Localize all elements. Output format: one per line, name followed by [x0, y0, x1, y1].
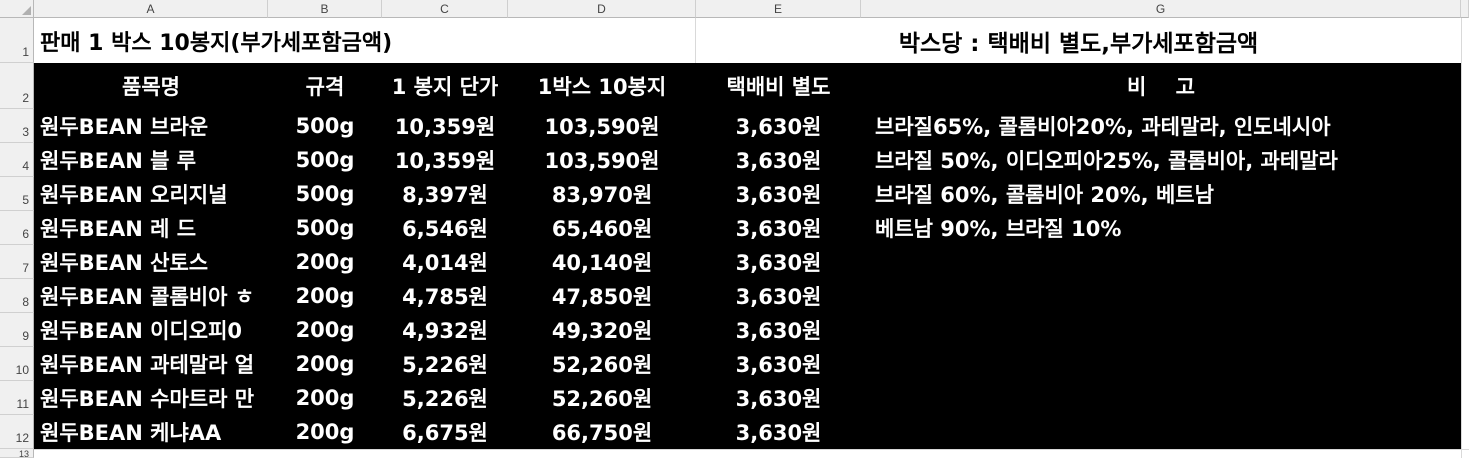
- item-spec-cell[interactable]: 200g: [268, 347, 382, 381]
- column-header-b[interactable]: B: [268, 0, 382, 18]
- item-name-cell[interactable]: 원두BEAN 케냐AA: [34, 415, 268, 449]
- header-note[interactable]: 비 고: [861, 63, 1461, 109]
- item-name-cell[interactable]: 원두BEAN 레 드: [34, 211, 268, 245]
- item-shipping-cell[interactable]: 3,630원: [696, 177, 861, 211]
- row-header-3[interactable]: 3: [0, 109, 34, 143]
- item-spec-cell[interactable]: 500g: [268, 143, 382, 177]
- item-unit-price-cell[interactable]: 6,546원: [382, 211, 508, 245]
- row-header-9[interactable]: 9: [0, 313, 34, 347]
- item-note-cell[interactable]: 브라질 60%, 콜롬비아 20%, 베트남: [861, 177, 1461, 211]
- item-spec-cell[interactable]: 500g: [268, 109, 382, 143]
- header-box-price[interactable]: 1박스 10봉지: [508, 63, 696, 109]
- item-note-cell[interactable]: 브라질 50%, 이디오피아25%, 콜롬비아, 과테말라: [861, 143, 1461, 177]
- row-header-2[interactable]: 2: [0, 63, 34, 109]
- item-name-cell[interactable]: 원두BEAN 이디오피0: [34, 313, 268, 347]
- item-unit-price-cell[interactable]: 4,785원: [382, 279, 508, 313]
- header-shipping[interactable]: 택배비 별도: [696, 63, 861, 109]
- column-header-next[interactable]: [1461, 0, 1469, 18]
- item-shipping-cell[interactable]: 3,630원: [696, 143, 861, 177]
- item-name-cell[interactable]: 원두BEAN 수마트라 만: [34, 381, 268, 415]
- item-shipping-cell[interactable]: 3,630원: [696, 313, 861, 347]
- row-header-7[interactable]: 7: [0, 245, 34, 279]
- bottom-gridline: [34, 449, 1469, 450]
- item-name-cell[interactable]: 원두BEAN 브라운: [34, 109, 268, 143]
- item-shipping-cell[interactable]: 3,630원: [696, 415, 861, 449]
- item-unit-price-cell[interactable]: 10,359원: [382, 143, 508, 177]
- item-note-cell[interactable]: [861, 313, 1461, 347]
- column-header-g[interactable]: G: [861, 0, 1461, 18]
- row-header-12[interactable]: 12: [0, 415, 34, 449]
- row-header-8[interactable]: 8: [0, 279, 34, 313]
- right-gridline: [1461, 18, 1462, 458]
- item-unit-price-cell[interactable]: 10,359원: [382, 109, 508, 143]
- item-note-cell[interactable]: [861, 347, 1461, 381]
- item-shipping-cell[interactable]: 3,630원: [696, 245, 861, 279]
- item-name-cell[interactable]: 원두BEAN 블 루: [34, 143, 268, 177]
- item-spec-cell[interactable]: 200g: [268, 279, 382, 313]
- item-box-price-cell[interactable]: 52,260원: [508, 347, 696, 381]
- item-note-cell[interactable]: 베트남 90%, 브라질 10%: [861, 211, 1461, 245]
- item-unit-price-cell[interactable]: 6,675원: [382, 415, 508, 449]
- title-divider: [695, 18, 696, 63]
- item-spec-cell[interactable]: 200g: [268, 415, 382, 449]
- item-note-cell[interactable]: [861, 245, 1461, 279]
- item-spec-cell[interactable]: 200g: [268, 245, 382, 279]
- item-shipping-cell[interactable]: 3,630원: [696, 347, 861, 381]
- row-header-5[interactable]: 5: [0, 177, 34, 211]
- column-header-e[interactable]: E: [696, 0, 861, 18]
- item-note-cell[interactable]: 브라질65%, 콜롬비아20%, 과테말라, 인도네시아: [861, 109, 1461, 143]
- item-box-price-cell[interactable]: 66,750원: [508, 415, 696, 449]
- item-box-price-cell[interactable]: 103,590원: [508, 143, 696, 177]
- header-unit-price[interactable]: 1 봉지 단가: [382, 63, 508, 109]
- row-header-11[interactable]: 11: [0, 381, 34, 415]
- item-shipping-cell[interactable]: 3,630원: [696, 211, 861, 245]
- item-spec-cell[interactable]: 500g: [268, 177, 382, 211]
- item-name-cell[interactable]: 원두BEAN 콜롬비아 ㅎ: [34, 279, 268, 313]
- item-box-price-cell[interactable]: 103,590원: [508, 109, 696, 143]
- item-box-price-cell[interactable]: 47,850원: [508, 279, 696, 313]
- item-name-cell[interactable]: 원두BEAN 산토스: [34, 245, 268, 279]
- item-unit-price-cell[interactable]: 5,226원: [382, 381, 508, 415]
- item-unit-price-cell[interactable]: 8,397원: [382, 177, 508, 211]
- item-note-cell[interactable]: [861, 415, 1461, 449]
- item-box-price-cell[interactable]: 49,320원: [508, 313, 696, 347]
- item-spec-cell[interactable]: 200g: [268, 313, 382, 347]
- row-header-10[interactable]: 10: [0, 347, 34, 381]
- title-right-cell[interactable]: 박스당 : 택배비 별도,부가세포함금액: [696, 18, 1461, 63]
- item-box-price-cell[interactable]: 83,970원: [508, 177, 696, 211]
- item-name-cell[interactable]: 원두BEAN 오리지널: [34, 177, 268, 211]
- header-name[interactable]: 품목명: [34, 63, 268, 109]
- select-all-corner[interactable]: [0, 0, 34, 18]
- title-left-cell[interactable]: 판매 1 박스 10봉지(부가세포함금액): [34, 18, 696, 63]
- row-header-1[interactable]: 1: [0, 18, 34, 63]
- row-header-6[interactable]: 6: [0, 211, 34, 245]
- item-box-price-cell[interactable]: 40,140원: [508, 245, 696, 279]
- column-header-d[interactable]: D: [508, 0, 696, 18]
- item-shipping-cell[interactable]: 3,630원: [696, 279, 861, 313]
- item-box-price-cell[interactable]: 52,260원: [508, 381, 696, 415]
- item-unit-price-cell[interactable]: 4,014원: [382, 245, 508, 279]
- item-spec-cell[interactable]: 200g: [268, 381, 382, 415]
- item-shipping-cell[interactable]: 3,630원: [696, 109, 861, 143]
- item-name-cell[interactable]: 원두BEAN 과테말라 얼: [34, 347, 268, 381]
- spreadsheet[interactable]: A B C D E G 1 2 3 4 5 6 7 8 9 10 11 12 1…: [0, 0, 1469, 458]
- item-shipping-cell[interactable]: 3,630원: [696, 381, 861, 415]
- item-note-cell[interactable]: [861, 381, 1461, 415]
- column-header-c[interactable]: C: [382, 0, 508, 18]
- item-unit-price-cell[interactable]: 4,932원: [382, 313, 508, 347]
- column-header-a[interactable]: A: [34, 0, 268, 18]
- item-spec-cell[interactable]: 500g: [268, 211, 382, 245]
- row-header-13[interactable]: 13: [0, 449, 34, 458]
- select-all-icon: [22, 6, 31, 15]
- row-header-4[interactable]: 4: [0, 143, 34, 177]
- item-unit-price-cell[interactable]: 5,226원: [382, 347, 508, 381]
- header-spec[interactable]: 규격: [268, 63, 382, 109]
- item-box-price-cell[interactable]: 65,460원: [508, 211, 696, 245]
- item-note-cell[interactable]: [861, 279, 1461, 313]
